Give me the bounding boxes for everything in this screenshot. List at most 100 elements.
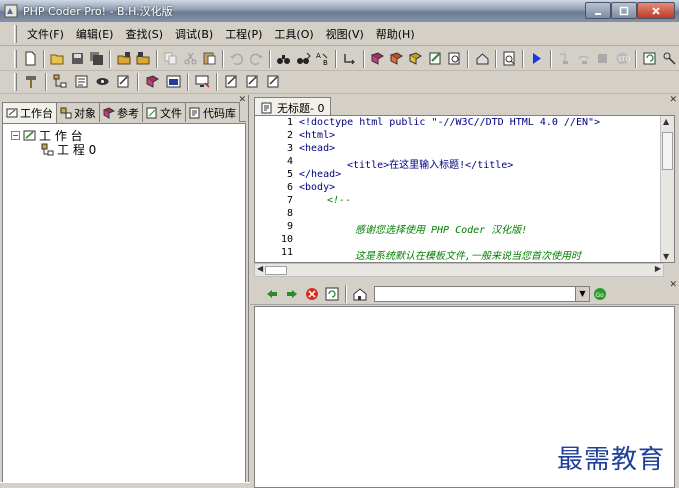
scroll-right-icon[interactable]: ▶ [655, 264, 661, 273]
workspace-tree[interactable]: − 工 作 台 工 程 0 [2, 123, 246, 488]
reload-button[interactable] [324, 286, 340, 302]
help-book-button[interactable] [144, 73, 161, 90]
editor-vertical-scrollbar[interactable]: ▲ ▼ [660, 116, 674, 262]
snippet-button-3[interactable] [265, 73, 282, 90]
save-project-button[interactable] [136, 50, 151, 67]
house-button[interactable] [474, 50, 489, 67]
stop-load-button[interactable] [304, 286, 320, 302]
copy-button[interactable] [163, 50, 178, 67]
menu-edit[interactable]: 编辑(E) [70, 24, 120, 44]
minimize-button[interactable] [585, 2, 611, 19]
editor-tabs: 无标题- 0 [254, 97, 332, 117]
snippet-icon [225, 75, 237, 88]
menubar-grip[interactable] [14, 24, 17, 43]
window-title: PHP Coder Pro! - B.H.汉化版 [23, 5, 173, 18]
goto-line-button[interactable] [342, 50, 357, 67]
home-button[interactable] [352, 286, 368, 302]
paste-button[interactable] [202, 50, 217, 67]
tab-reference[interactable]: 参考 [99, 102, 143, 122]
step-out-button[interactable] [595, 50, 610, 67]
menu-tools[interactable]: 工具(O) [268, 24, 319, 44]
step-into-button[interactable] [557, 50, 572, 67]
step-out-icon [598, 54, 608, 63]
tree-item-project[interactable]: 工 程 0 [41, 141, 96, 158]
toolbar-separator [222, 49, 225, 68]
open-project-button[interactable] [116, 50, 131, 67]
hammer-button[interactable] [23, 73, 40, 90]
save-button[interactable] [70, 50, 85, 67]
extra-tool-button[interactable] [661, 50, 676, 67]
toolbar-grip[interactable] [14, 72, 17, 91]
monitor-button[interactable] [194, 73, 211, 90]
tab-label: 代码库 [203, 106, 236, 120]
code-editor[interactable]: 1 2 3 4 5 6 7 8 9 10 11 <!doctype html p… [254, 115, 675, 263]
tree-collapse-toggle[interactable]: − [11, 131, 20, 140]
chevron-down-icon[interactable]: ▼ [575, 286, 589, 301]
svg-text:Go: Go [596, 292, 605, 299]
title-bar: PHP Coder Pro! - B.H.汉化版 [0, 0, 679, 22]
find-button[interactable] [276, 50, 291, 67]
preview-button[interactable] [502, 50, 517, 67]
save-all-button[interactable] [89, 50, 104, 67]
scroll-thumb[interactable] [662, 132, 673, 170]
refresh-button[interactable] [642, 50, 657, 67]
maximize-icon [619, 6, 629, 15]
line-number: 1 [286, 117, 293, 128]
tab-workspace[interactable]: 工作台 [2, 102, 57, 123]
toolbar-grip[interactable] [14, 49, 17, 68]
window-button[interactable] [165, 73, 182, 90]
close-button[interactable] [637, 2, 675, 19]
tab-files[interactable]: 文件 [142, 102, 186, 122]
new-file-icon [25, 51, 36, 66]
menu-debug[interactable]: 调试(B) [169, 24, 219, 44]
menu-project[interactable]: 工程(P) [219, 24, 268, 44]
menu-file[interactable]: 文件(F) [21, 24, 70, 44]
open-file-button[interactable] [50, 50, 65, 67]
forward-button[interactable] [284, 286, 300, 302]
save-icon [71, 53, 83, 64]
replace-button[interactable]: AB [315, 50, 330, 67]
stop-button[interactable]: STOP [615, 50, 630, 67]
run-button[interactable] [529, 50, 544, 67]
document-button[interactable] [73, 73, 90, 90]
address-input[interactable]: ▼ [374, 285, 590, 302]
scroll-up-icon[interactable]: ▲ [663, 117, 669, 126]
editor-close-icon[interactable]: ✕ [669, 95, 677, 105]
search-doc-button[interactable] [447, 50, 462, 67]
undo-button[interactable] [229, 50, 244, 67]
eye-button[interactable] [94, 73, 111, 90]
tab-objects[interactable]: 对象 [56, 102, 100, 122]
menu-help[interactable]: 帮助(H) [370, 24, 421, 44]
menu-search[interactable]: 查找(S) [119, 24, 169, 44]
tool-button-3[interactable] [408, 50, 423, 67]
goto-line-icon [344, 54, 356, 65]
scroll-down-icon[interactable]: ▼ [663, 252, 669, 261]
tab-code-library[interactable]: 代码库 [185, 102, 240, 122]
tool-button-2[interactable] [389, 50, 404, 67]
edit-doc-button[interactable] [428, 50, 443, 67]
edit-page-icon [117, 75, 129, 88]
scroll-left-icon[interactable]: ◀ [257, 264, 263, 273]
save-all-icon [90, 52, 104, 65]
new-file-button[interactable] [23, 50, 38, 67]
snippet-button-2[interactable] [244, 73, 261, 90]
find-next-button[interactable] [295, 50, 311, 67]
scroll-thumb[interactable] [265, 266, 287, 275]
menu-view[interactable]: 视图(V) [320, 24, 370, 44]
stop-icon [306, 287, 318, 300]
cut-button[interactable] [183, 50, 198, 67]
snippet-button-1[interactable] [223, 73, 240, 90]
go-button[interactable]: Go [592, 286, 608, 302]
maximize-button[interactable] [611, 2, 637, 19]
tree-view-button[interactable] [52, 73, 69, 90]
refresh-icon [325, 287, 339, 300]
tab-untitled[interactable]: 无标题- 0 [254, 97, 332, 117]
back-button[interactable] [264, 286, 280, 302]
book-button[interactable] [370, 50, 385, 67]
editor-horizontal-scrollbar[interactable]: ◀ ▶ [254, 263, 664, 277]
objects-icon [60, 107, 72, 118]
tree-item-label: 工 程 0 [57, 143, 97, 157]
step-over-button[interactable] [576, 50, 591, 67]
edit-page-button[interactable] [115, 73, 132, 90]
redo-button[interactable] [249, 50, 264, 67]
